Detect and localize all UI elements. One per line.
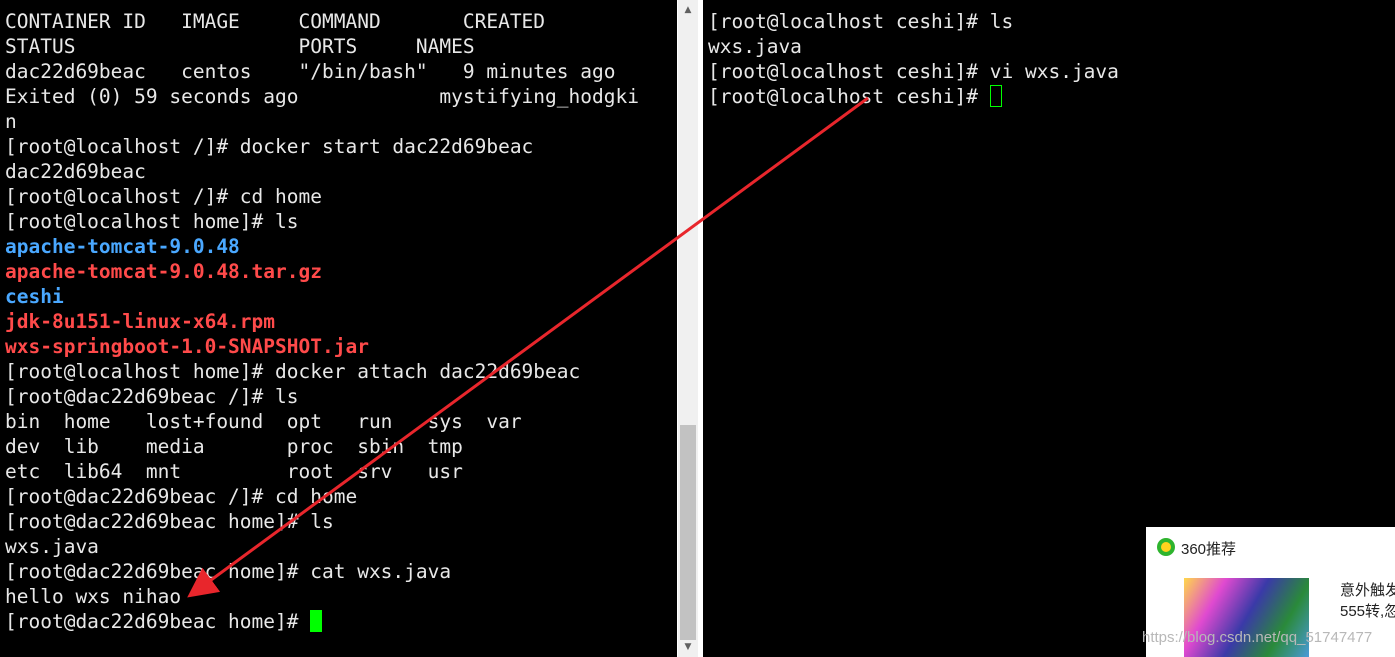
terminal-line-text: jdk-8u151-linux-x64.rpm [5,310,276,333]
scrollbar-thumb[interactable] [680,425,696,640]
terminal-line-text: n [5,110,17,133]
terminal-line-text: STATUS PORTS NAMES [5,35,475,58]
terminal-line: [root@dac22d69beac home]# [5,609,323,634]
terminal-line-text: hello wxs nihao [5,585,182,608]
360-logo-icon [1157,538,1175,556]
left-terminal-scrollbar[interactable]: ▲ ▼ [678,0,698,657]
terminal-line: [root@dac22d69beac home]# cat wxs.java [5,559,451,584]
terminal-line: dac22d69beac [5,159,146,184]
terminal-line-text: bin home lost+found opt run sys var [5,410,522,433]
terminal-line: CONTAINER ID IMAGE COMMAND CREATED [5,9,545,34]
terminal-line-text: [root@localhost ceshi]# vi wxs.java [708,60,1119,83]
terminal-line-text: apache-tomcat-9.0.48 [5,235,240,258]
terminal-cursor [989,85,1002,107]
terminal-line-text: [root@dac22d69beac home]# [5,610,311,633]
popup-text-line1[interactable]: 意外触发 [1340,579,1395,600]
terminal-line: wxs-springboot-1.0-SNAPSHOT.jar [5,334,369,359]
terminal-line-text: [root@localhost ceshi]# ls [708,10,1014,33]
terminal-line: ceshi [5,284,64,309]
terminal-line: [root@dac22d69beac home]# ls [5,509,334,534]
terminal-line: [root@localhost ceshi]# [708,84,1002,109]
terminal-line-text: [root@dac22d69beac /]# cd home [5,485,358,508]
terminal-line-text: CONTAINER ID IMAGE COMMAND CREATED [5,10,546,33]
terminal-line-text: [root@dac22d69beac /]# ls [5,385,299,408]
terminal-line: [root@localhost home]# docker attach dac… [5,359,580,384]
terminal-line: hello wxs nihao [5,584,181,609]
scroll-down-arrow-icon[interactable]: ▼ [678,637,698,657]
terminal-line-text: [root@dac22d69beac home]# cat wxs.java [5,560,452,583]
terminal-line: [root@localhost /]# docker start dac22d6… [5,134,533,159]
terminal-line: [root@dac22d69beac /]# ls [5,384,299,409]
terminal-line-text: dac22d69beac [5,160,146,183]
terminal-line: STATUS PORTS NAMES [5,34,475,59]
terminal-line-text: [root@dac22d69beac home]# ls [5,510,334,533]
terminal-line: [root@localhost ceshi]# vi wxs.java [708,59,1119,84]
terminal-line-text: [root@localhost /]# docker start dac22d6… [5,135,534,158]
terminal-line-text: dac22d69beac centos "/bin/bash" 9 minute… [5,60,616,83]
terminal-line-text: dev lib media proc sbin tmp [5,435,463,458]
terminal-line: [root@localhost home]# ls [5,209,299,234]
terminal-line: n [5,109,17,134]
terminal-line: apache-tomcat-9.0.48 [5,234,240,259]
popup-title: 360推荐 [1181,541,1237,558]
terminal-line-text: ceshi [5,285,64,308]
terminal-line-text: [root@localhost /]# cd home [5,185,322,208]
terminal-line: [root@dac22d69beac /]# cd home [5,484,357,509]
terminal-line: apache-tomcat-9.0.48.tar.gz [5,259,322,284]
terminal-line: jdk-8u151-linux-x64.rpm [5,309,275,334]
terminal-line-text: Exited (0) 59 seconds ago mystifying_hod… [5,85,639,108]
terminal-line: dev lib media proc sbin tmp [5,434,463,459]
terminal-line: [root@localhost /]# cd home [5,184,322,209]
terminal-line: wxs.java [708,34,802,59]
terminal-line-text: [root@localhost home]# docker attach dac… [5,360,581,383]
scroll-up-arrow-icon[interactable]: ▲ [678,0,698,20]
terminal-line-text: wxs-springboot-1.0-SNAPSHOT.jar [5,335,369,358]
terminal-line-text: wxs.java [708,35,802,58]
popup-text-line2[interactable]: 555转,忽 [1340,600,1395,621]
watermark: https://blog.csdn.net/qq_51747477 [1142,629,1373,646]
terminal-line: bin home lost+found opt run sys var [5,409,522,434]
terminal-line-text: etc lib64 mnt root srv usr [5,460,463,483]
terminal-line: wxs.java [5,534,99,559]
terminal-line-text: apache-tomcat-9.0.48.tar.gz [5,260,322,283]
terminal-line-text: [root@localhost home]# ls [5,210,299,233]
terminal-cursor [310,610,323,632]
terminal-line-text: wxs.java [5,535,99,558]
terminal-line-text: [root@localhost ceshi]# [708,85,990,108]
terminal-line: Exited (0) 59 seconds ago mystifying_hod… [5,84,639,109]
terminal-line: dac22d69beac centos "/bin/bash" 9 minute… [5,59,615,84]
terminal-line: etc lib64 mnt root srv usr [5,459,463,484]
terminal-line: [root@localhost ceshi]# ls [708,9,1013,34]
left-terminal-window[interactable]: CONTAINER ID IMAGE COMMAND CREATED STATUS… [0,0,677,657]
